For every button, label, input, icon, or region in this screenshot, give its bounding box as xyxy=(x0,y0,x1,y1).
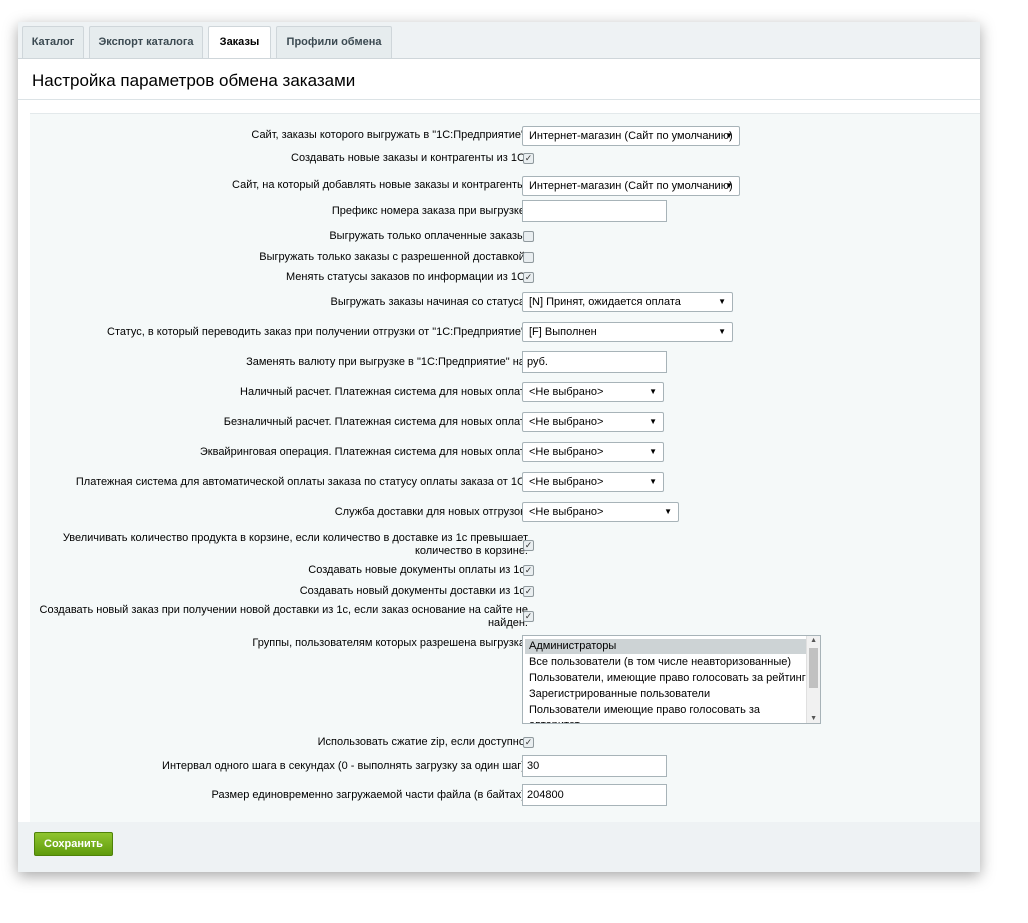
auto-pay-label: Платежная система для автоматической опл… xyxy=(75,476,528,488)
interval-input[interactable]: 30 xyxy=(522,755,667,777)
zip-checkbox[interactable]: ✓ xyxy=(523,737,534,748)
tab-content: Настройка параметров обмена заказами Сай… xyxy=(18,58,980,824)
tab-exchange-profiles[interactable]: Профили обмена xyxy=(276,26,392,58)
divider xyxy=(18,99,980,100)
groups-option[interactable]: Пользователи имеющие право голосовать за… xyxy=(525,703,810,723)
shipment-status-value: [F] Выполнен xyxy=(529,326,597,338)
chevron-down-icon: ▼ xyxy=(725,131,733,140)
create-orders-label: Создавать новые заказы и контрагенты из … xyxy=(291,152,528,164)
shipment-status-label: Статус, в который переводить заказ при п… xyxy=(107,326,528,338)
groups-label: Группы, пользователям которых разрешена … xyxy=(252,637,528,649)
tab-catalog-export[interactable]: Экспорт каталога xyxy=(89,26,203,58)
acquiring-pay-label: Эквайринговая операция. Платежная систем… xyxy=(199,446,528,458)
tab-bar: Каталог Экспорт каталога Заказы Профили … xyxy=(18,22,980,59)
site-export-label: Сайт, заказы которого выгружать в "1С:Пр… xyxy=(251,129,528,141)
site-add-value: Интернет-магазин (Сайт по умолчанию) xyxy=(529,180,733,192)
groups-option[interactable]: Зарегистрированные пользователи xyxy=(525,687,810,702)
chevron-down-icon: ▼ xyxy=(649,447,657,456)
check-icon: ✓ xyxy=(524,565,533,575)
check-icon: ✓ xyxy=(524,272,533,282)
scroll-up-icon[interactable]: ▲ xyxy=(810,637,817,644)
groups-scrollbar[interactable]: ▲ ▼ xyxy=(806,636,820,723)
increase-qty-label-line2: количество в корзине: xyxy=(414,545,528,557)
scroll-thumb[interactable] xyxy=(809,648,818,688)
zip-label: Использовать сжатие zip, если доступно: xyxy=(317,736,528,748)
delivery-service-value: <Не выбрано> xyxy=(529,506,604,518)
increase-qty-label: Увеличивать количество продукта в корзин… xyxy=(63,532,528,558)
chevron-down-icon: ▼ xyxy=(664,507,672,516)
check-icon: ✓ xyxy=(524,611,533,621)
create-new-order-label-line1: Создавать новый заказ при получении ново… xyxy=(39,604,528,616)
scroll-down-icon[interactable]: ▼ xyxy=(810,715,817,722)
chevron-down-icon: ▼ xyxy=(649,417,657,426)
delivery-service-select[interactable]: <Не выбрано> ▼ xyxy=(522,502,679,522)
only-delivery-checkbox[interactable] xyxy=(523,252,534,263)
cash-pay-select[interactable]: <Не выбрано> ▼ xyxy=(522,382,664,402)
delivery-service-label: Служба доставки для новых отгрузок: xyxy=(334,506,528,518)
change-status-label: Менять статусы заказов по информации из … xyxy=(285,271,528,283)
create-pay-docs-checkbox[interactable]: ✓ xyxy=(523,565,534,576)
chunk-size-label: Размер единовременно загружаемой части ф… xyxy=(211,789,528,801)
cash-pay-label: Наличный расчет. Платежная система для н… xyxy=(240,386,528,398)
chunk-size-input[interactable]: 204800 xyxy=(522,784,667,806)
create-orders-checkbox[interactable]: ✓ xyxy=(523,153,534,164)
check-icon: ✓ xyxy=(524,153,533,163)
form-footer: Сохранить xyxy=(18,822,980,872)
check-icon: ✓ xyxy=(524,586,533,596)
start-status-label: Выгружать заказы начиная со статуса: xyxy=(330,296,528,308)
site-add-select[interactable]: Интернет-магазин (Сайт по умолчанию) ▼ xyxy=(522,176,740,196)
only-paid-label: Выгружать только оплаченные заказы: xyxy=(329,230,528,242)
noncash-pay-value: <Не выбрано> xyxy=(529,416,604,428)
site-add-label: Сайт, на который добавлять новые заказы … xyxy=(232,179,528,191)
increase-qty-checkbox[interactable]: ✓ xyxy=(523,540,534,551)
cash-pay-value: <Не выбрано> xyxy=(529,386,604,398)
groups-option[interactable]: Пользователи, имеющие право голосовать з… xyxy=(525,671,810,686)
prefix-input[interactable] xyxy=(522,200,667,222)
acquiring-pay-select[interactable]: <Не выбрано> ▼ xyxy=(522,442,664,462)
create-pay-docs-label: Создавать новые документы оплаты из 1с: xyxy=(308,564,528,576)
create-new-order-checkbox[interactable]: ✓ xyxy=(523,611,534,622)
start-status-value: [N] Принят, ожидается оплата xyxy=(529,296,681,308)
site-export-select[interactable]: Интернет-магазин (Сайт по умолчанию) ▼ xyxy=(522,126,740,146)
acquiring-pay-value: <Не выбрано> xyxy=(529,446,604,458)
page-title: Настройка параметров обмена заказами xyxy=(32,71,356,90)
currency-label: Заменять валюту при выгрузке в "1С:Предп… xyxy=(246,356,528,368)
currency-input[interactable]: руб. xyxy=(522,351,667,373)
start-status-select[interactable]: [N] Принят, ожидается оплата ▼ xyxy=(522,292,733,312)
increase-qty-label-line1: Увеличивать количество продукта в корзин… xyxy=(62,532,528,544)
settings-form: Сайт, заказы которого выгружать в "1С:Пр… xyxy=(30,113,980,824)
auto-pay-select[interactable]: <Не выбрано> ▼ xyxy=(522,472,664,492)
check-icon: ✓ xyxy=(524,737,533,747)
create-new-order-label-line2: найден: xyxy=(487,617,528,629)
groups-listbox[interactable]: Администраторы Все пользователи (в том ч… xyxy=(522,635,821,724)
groups-option[interactable]: Администраторы xyxy=(525,639,810,654)
only-paid-checkbox[interactable] xyxy=(523,231,534,242)
noncash-pay-label: Безналичный расчет. Платежная система дл… xyxy=(223,416,528,428)
shipment-status-select[interactable]: [F] Выполнен ▼ xyxy=(522,322,733,342)
chevron-down-icon: ▼ xyxy=(649,387,657,396)
interval-label: Интервал одного шага в секундах (0 - вып… xyxy=(162,760,528,772)
create-new-order-label: Создавать новый заказ при получении ново… xyxy=(40,604,528,630)
change-status-checkbox[interactable]: ✓ xyxy=(523,272,534,283)
save-button[interactable]: Сохранить xyxy=(34,832,113,856)
settings-panel: Каталог Экспорт каталога Заказы Профили … xyxy=(18,22,980,872)
auto-pay-value: <Не выбрано> xyxy=(529,476,604,488)
site-export-value: Интернет-магазин (Сайт по умолчанию) xyxy=(529,130,733,142)
chevron-down-icon: ▼ xyxy=(718,327,726,336)
tab-catalog[interactable]: Каталог xyxy=(22,26,84,58)
noncash-pay-select[interactable]: <Не выбрано> ▼ xyxy=(522,412,664,432)
chevron-down-icon: ▼ xyxy=(718,297,726,306)
create-delivery-docs-label: Создавать новый документы доставки из 1с… xyxy=(299,585,528,597)
chevron-down-icon: ▼ xyxy=(649,477,657,486)
check-icon: ✓ xyxy=(524,540,533,550)
only-delivery-label: Выгружать только заказы с разрешенной до… xyxy=(259,251,528,263)
chevron-down-icon: ▼ xyxy=(725,181,733,190)
groups-option[interactable]: Все пользователи (в том числе неавторизо… xyxy=(525,655,810,670)
tab-orders[interactable]: Заказы xyxy=(208,26,271,59)
prefix-label: Префикс номера заказа при выгрузке: xyxy=(331,205,528,217)
create-delivery-docs-checkbox[interactable]: ✓ xyxy=(523,586,534,597)
